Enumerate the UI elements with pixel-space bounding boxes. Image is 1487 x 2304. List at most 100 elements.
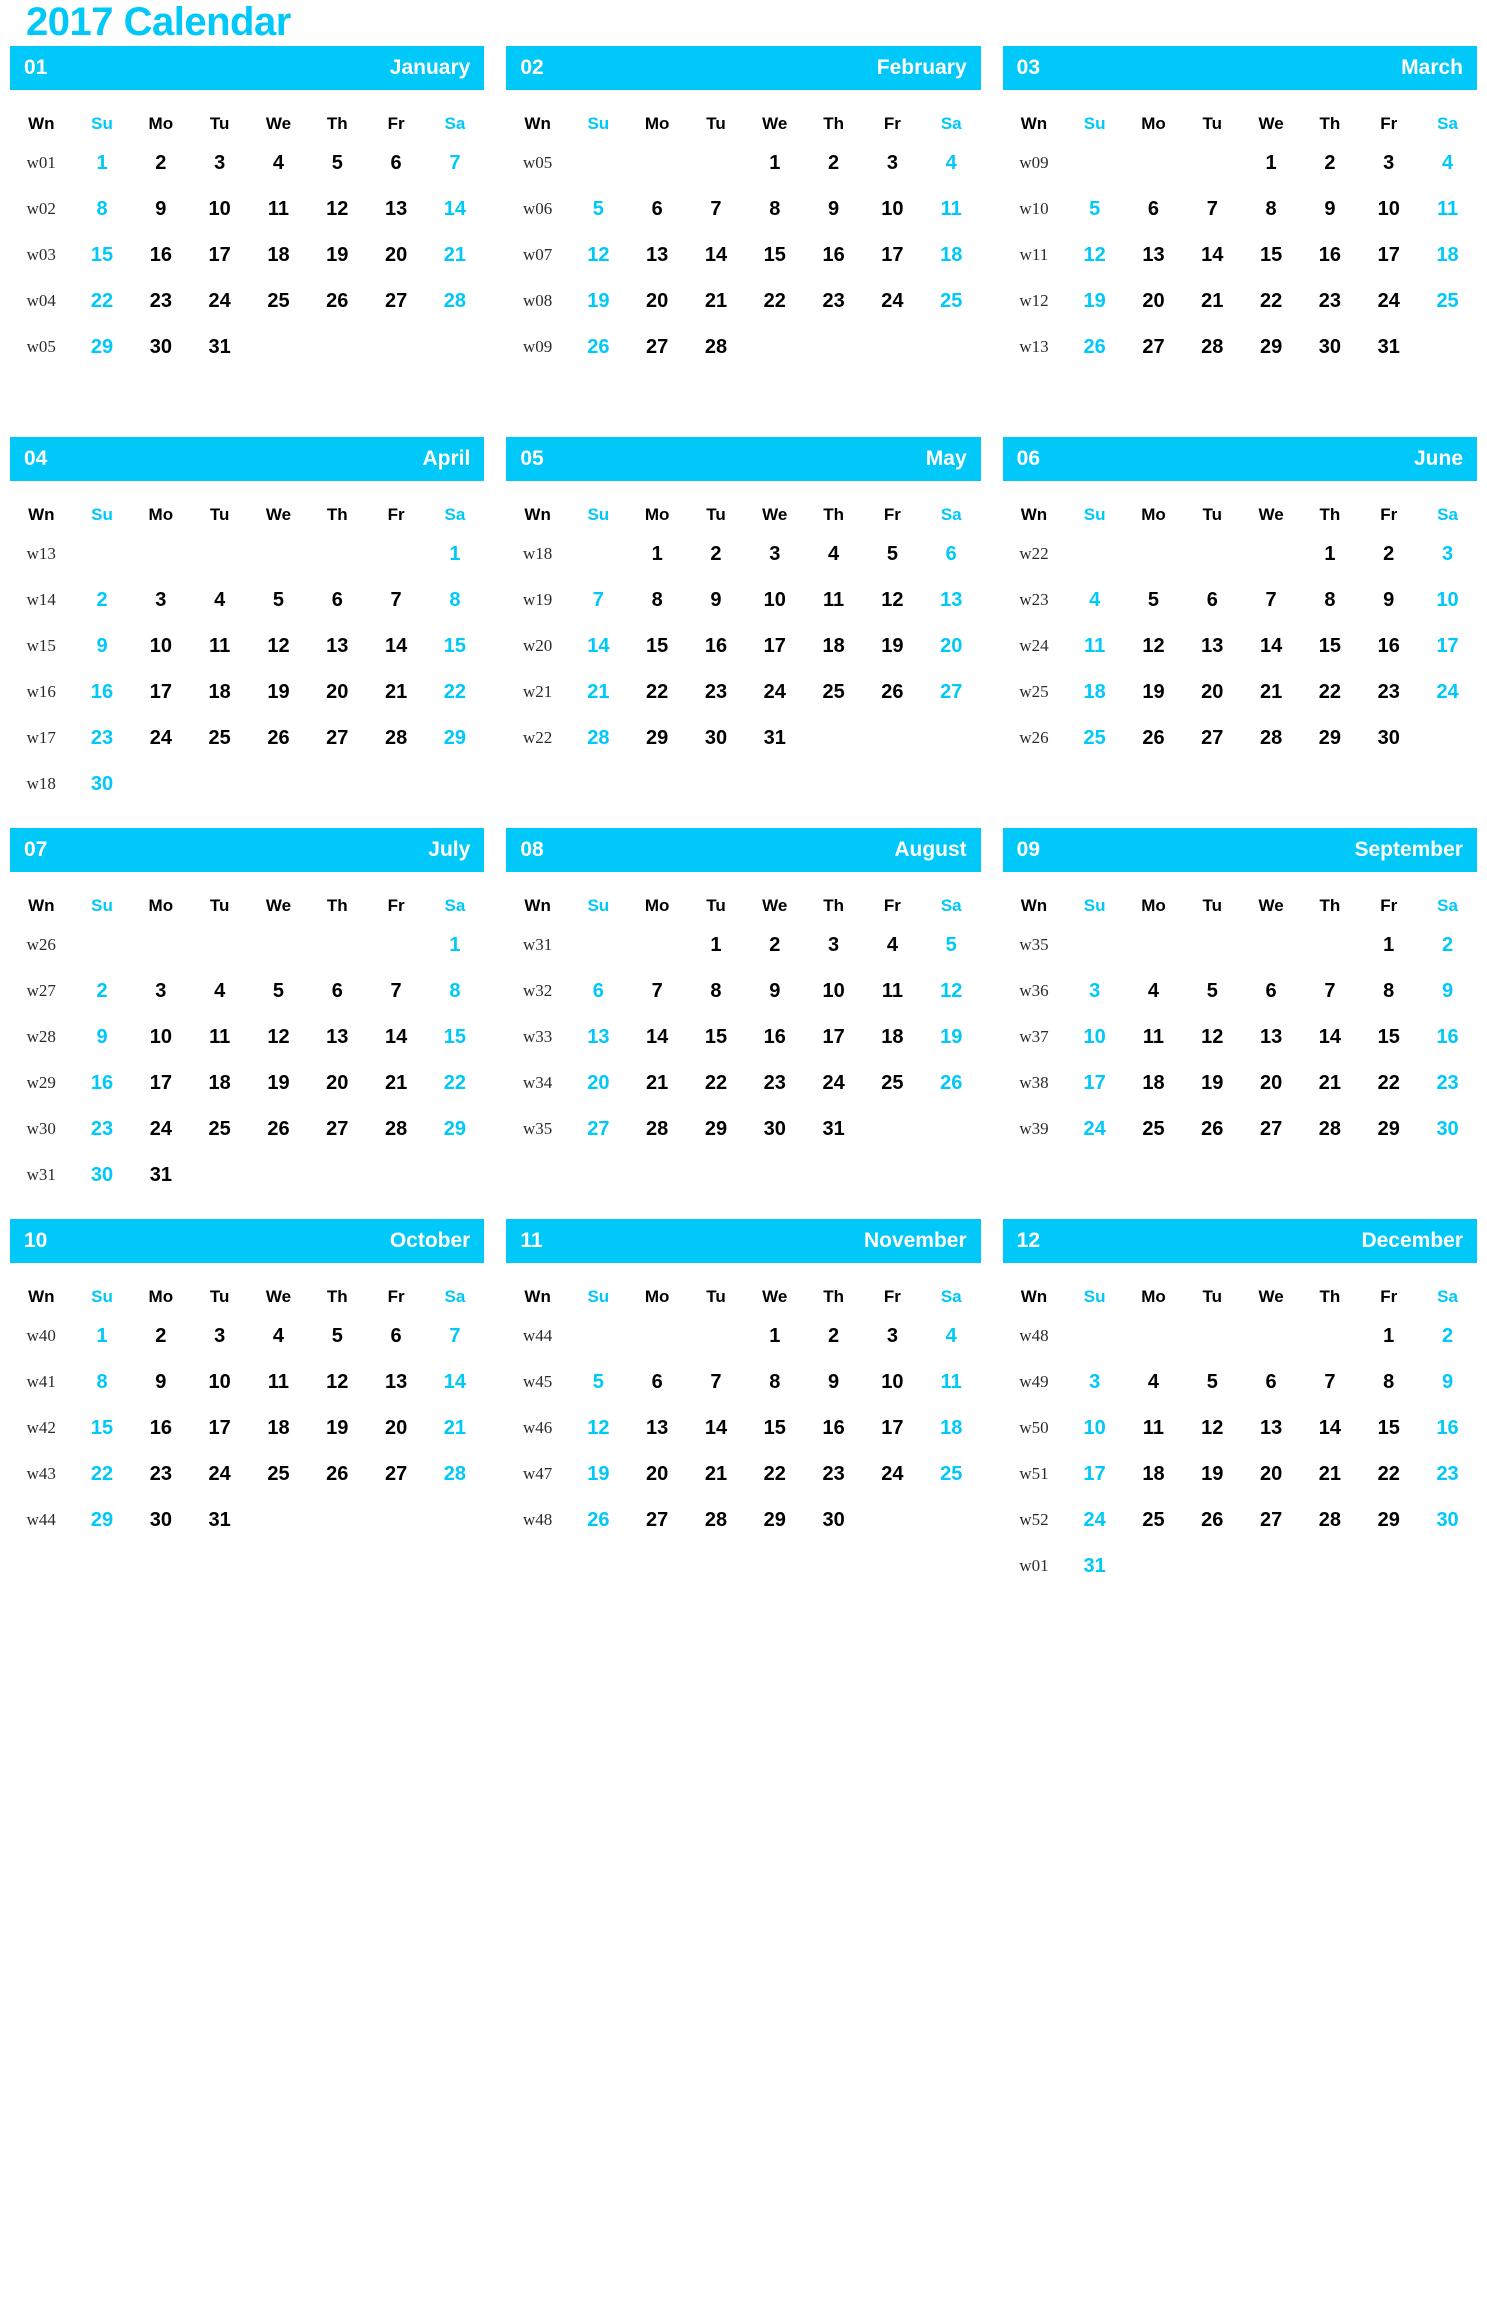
- day-cell[interactable]: 10: [1418, 577, 1477, 623]
- day-cell[interactable]: 16: [1359, 623, 1418, 669]
- day-cell[interactable]: 20: [569, 1060, 628, 1106]
- day-cell[interactable]: 6: [628, 1359, 687, 1405]
- day-cell[interactable]: 7: [628, 968, 687, 1014]
- day-cell[interactable]: 20: [628, 1451, 687, 1497]
- day-cell[interactable]: 17: [1065, 1451, 1124, 1497]
- day-cell[interactable]: 6: [922, 531, 981, 577]
- day-cell[interactable]: 3: [131, 577, 190, 623]
- day-cell[interactable]: 22: [425, 1060, 484, 1106]
- day-cell[interactable]: 23: [131, 1451, 190, 1497]
- day-cell[interactable]: 9: [1359, 577, 1418, 623]
- day-cell[interactable]: 7: [425, 1313, 484, 1359]
- day-cell[interactable]: 31: [190, 1497, 249, 1543]
- day-cell[interactable]: 17: [1065, 1060, 1124, 1106]
- day-cell[interactable]: 2: [73, 968, 132, 1014]
- day-cell[interactable]: 1: [425, 531, 484, 577]
- month-header[interactable]: 01 January: [10, 46, 485, 90]
- day-cell[interactable]: 4: [804, 531, 863, 577]
- day-cell[interactable]: 28: [1301, 1106, 1360, 1152]
- day-cell[interactable]: 10: [190, 186, 249, 232]
- day-cell[interactable]: 13: [1183, 623, 1242, 669]
- day-cell[interactable]: 26: [922, 1060, 981, 1106]
- day-cell[interactable]: 4: [922, 1313, 981, 1359]
- day-cell[interactable]: 12: [1124, 623, 1183, 669]
- day-cell[interactable]: 16: [73, 1060, 132, 1106]
- day-cell[interactable]: 6: [308, 577, 367, 623]
- day-cell[interactable]: 30: [745, 1106, 804, 1152]
- day-cell[interactable]: 9: [73, 1014, 132, 1060]
- day-cell[interactable]: 28: [687, 1497, 746, 1543]
- day-cell[interactable]: 16: [804, 1405, 863, 1451]
- day-cell[interactable]: 15: [73, 1405, 132, 1451]
- day-cell[interactable]: 24: [131, 715, 190, 761]
- day-cell[interactable]: 22: [73, 1451, 132, 1497]
- day-cell[interactable]: 11: [804, 577, 863, 623]
- day-cell[interactable]: 18: [863, 1014, 922, 1060]
- day-cell[interactable]: 27: [922, 669, 981, 715]
- day-cell[interactable]: 17: [1359, 232, 1418, 278]
- day-cell[interactable]: 21: [1301, 1060, 1360, 1106]
- day-cell[interactable]: 30: [1359, 715, 1418, 761]
- day-cell[interactable]: 29: [687, 1106, 746, 1152]
- day-cell[interactable]: 30: [131, 1497, 190, 1543]
- day-cell[interactable]: 12: [308, 1359, 367, 1405]
- day-cell[interactable]: 19: [249, 1060, 308, 1106]
- day-cell[interactable]: 13: [1124, 232, 1183, 278]
- day-cell[interactable]: 26: [308, 278, 367, 324]
- day-cell[interactable]: 26: [249, 1106, 308, 1152]
- day-cell[interactable]: 16: [1301, 232, 1360, 278]
- day-cell[interactable]: 17: [745, 623, 804, 669]
- day-cell[interactable]: 23: [131, 278, 190, 324]
- day-cell[interactable]: 16: [131, 232, 190, 278]
- day-cell[interactable]: 14: [367, 623, 426, 669]
- day-cell[interactable]: 27: [569, 1106, 628, 1152]
- day-cell[interactable]: 8: [1359, 1359, 1418, 1405]
- day-cell[interactable]: 22: [1242, 278, 1301, 324]
- day-cell[interactable]: 25: [804, 669, 863, 715]
- day-cell[interactable]: 5: [308, 140, 367, 186]
- day-cell[interactable]: 18: [1065, 669, 1124, 715]
- day-cell[interactable]: 8: [687, 968, 746, 1014]
- day-cell[interactable]: 31: [1065, 1543, 1124, 1589]
- day-cell[interactable]: 17: [131, 1060, 190, 1106]
- day-cell[interactable]: 14: [1242, 623, 1301, 669]
- day-cell[interactable]: 8: [745, 1359, 804, 1405]
- day-cell[interactable]: 7: [687, 1359, 746, 1405]
- day-cell[interactable]: 1: [73, 1313, 132, 1359]
- day-cell[interactable]: 12: [1183, 1405, 1242, 1451]
- day-cell[interactable]: 2: [73, 577, 132, 623]
- day-cell[interactable]: 14: [628, 1014, 687, 1060]
- day-cell[interactable]: 24: [804, 1060, 863, 1106]
- day-cell[interactable]: 10: [863, 1359, 922, 1405]
- day-cell[interactable]: 4: [1418, 140, 1477, 186]
- day-cell[interactable]: 23: [1359, 669, 1418, 715]
- day-cell[interactable]: 11: [922, 186, 981, 232]
- day-cell[interactable]: 7: [1301, 968, 1360, 1014]
- day-cell[interactable]: 27: [628, 1497, 687, 1543]
- day-cell[interactable]: 24: [745, 669, 804, 715]
- day-cell[interactable]: 9: [745, 968, 804, 1014]
- day-cell[interactable]: 1: [425, 922, 484, 968]
- day-cell[interactable]: 12: [249, 1014, 308, 1060]
- day-cell[interactable]: 1: [1359, 922, 1418, 968]
- day-cell[interactable]: 13: [1242, 1405, 1301, 1451]
- day-cell[interactable]: 16: [804, 232, 863, 278]
- day-cell[interactable]: 2: [1418, 922, 1477, 968]
- day-cell[interactable]: 2: [131, 140, 190, 186]
- day-cell[interactable]: 11: [1124, 1014, 1183, 1060]
- day-cell[interactable]: 21: [569, 669, 628, 715]
- day-cell[interactable]: 10: [1359, 186, 1418, 232]
- day-cell[interactable]: 28: [1301, 1497, 1360, 1543]
- day-cell[interactable]: 10: [804, 968, 863, 1014]
- day-cell[interactable]: 25: [1124, 1106, 1183, 1152]
- day-cell[interactable]: 30: [73, 761, 132, 807]
- day-cell[interactable]: 23: [73, 715, 132, 761]
- day-cell[interactable]: 12: [308, 186, 367, 232]
- day-cell[interactable]: 27: [1242, 1106, 1301, 1152]
- day-cell[interactable]: 7: [1183, 186, 1242, 232]
- day-cell[interactable]: 28: [628, 1106, 687, 1152]
- day-cell[interactable]: 2: [1301, 140, 1360, 186]
- day-cell[interactable]: 5: [922, 922, 981, 968]
- day-cell[interactable]: 29: [425, 1106, 484, 1152]
- day-cell[interactable]: 23: [73, 1106, 132, 1152]
